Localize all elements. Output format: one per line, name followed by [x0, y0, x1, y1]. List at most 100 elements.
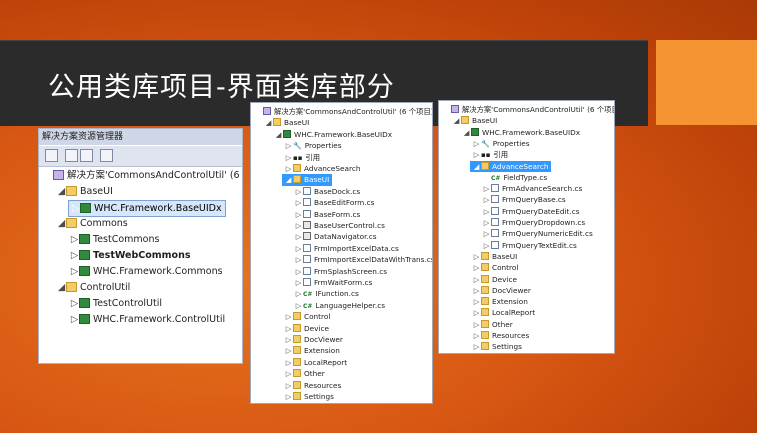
collapse-arrow-icon[interactable]: ◢ [57, 184, 66, 199]
tree-item[interactable]: ▷ TestControlUtil [68, 296, 165, 311]
expand-arrow-icon[interactable]: ▷ [472, 262, 481, 273]
tree-item[interactable]: ▷ FrmQueryDropdown.cs [480, 217, 588, 228]
tree-item[interactable]: ▷ BaseUserControl.cs [292, 220, 388, 231]
expand-arrow-icon[interactable]: ▷ [294, 266, 303, 277]
collapse-arrow-icon[interactable]: ◢ [452, 115, 461, 126]
tree-item[interactable]: ▷ 🔧 Properties [470, 138, 533, 149]
collapse-arrow-icon[interactable]: ◢ [57, 280, 66, 295]
expand-arrow-icon[interactable]: ▷ [70, 296, 79, 311]
tree-item[interactable]: ◢ BaseUI [282, 174, 333, 186]
tree-item[interactable]: ▷ FrmImportExcelDataWithTrans.cs [292, 254, 432, 265]
expand-arrow-icon[interactable]: ▷ [472, 149, 481, 160]
tree-item[interactable]: 解决方案'CommonsAndControlUtil' (6 个项目) [42, 168, 242, 183]
expand-arrow-icon[interactable]: ▷ [472, 341, 481, 352]
tree-item[interactable]: ▷ Other [470, 319, 516, 330]
expand-arrow-icon[interactable]: ▷ [294, 288, 303, 299]
tree-item[interactable]: ▷ Other [282, 368, 328, 379]
tree-item[interactable]: 解决方案'CommonsAndControlUtil' (6 个项目) [440, 104, 614, 115]
expand-arrow-icon[interactable]: ▷ [294, 197, 303, 208]
tree-item[interactable]: ◢ ControlUtil [55, 280, 133, 295]
expand-arrow-icon[interactable]: ▷ [284, 357, 293, 368]
expand-arrow-icon[interactable]: ▷ [284, 334, 293, 345]
tree-item[interactable]: ◢ BaseUI [450, 115, 500, 126]
tree-item[interactable]: ▷ WHC.Framework.ControlUtil [68, 312, 228, 327]
expand-arrow-icon[interactable]: ▷ [482, 228, 491, 239]
tree-item[interactable]: ▷ Resources [470, 330, 532, 341]
tree-item[interactable]: ▷ BaseForm.cs [292, 209, 363, 220]
collapse-arrow-icon[interactable]: ◢ [472, 161, 481, 172]
expand-arrow-icon[interactable]: ▷ [472, 274, 481, 285]
tree-item[interactable]: ▷ FrmQueryDateEdit.cs [480, 206, 583, 217]
expand-arrow-icon[interactable]: ▷ [294, 231, 303, 242]
view-class-diagram-icon[interactable] [100, 149, 113, 162]
tree-item[interactable]: ▷ FrmQueryNumericEdit.cs [480, 228, 596, 239]
properties-icon[interactable] [45, 149, 58, 162]
tree-item[interactable]: ▷ BaseDock.cs [292, 186, 363, 197]
expand-arrow-icon[interactable]: ▷ [70, 264, 79, 279]
tree-item[interactable]: ▷ FrmQueryBase.cs [480, 194, 569, 205]
expand-arrow-icon[interactable]: ▷ [284, 152, 293, 163]
expand-arrow-icon[interactable]: ▷ [294, 277, 303, 288]
expand-arrow-icon[interactable]: ▷ [472, 319, 481, 330]
expand-arrow-icon[interactable]: ▷ [284, 368, 293, 379]
show-all-files-icon[interactable] [65, 149, 78, 162]
expand-arrow-icon[interactable]: ▷ [284, 345, 293, 356]
tree-item[interactable]: ▷ 🔧 Properties [282, 140, 345, 151]
tree-item[interactable]: ▷ BaseUI [470, 251, 520, 262]
expand-arrow-icon[interactable]: ▷ [284, 391, 293, 402]
tree-item[interactable]: ◢ WHC.Framework.BaseUIDx [460, 127, 583, 138]
tree-item[interactable]: ▷ LocalReport [282, 357, 350, 368]
expand-arrow-icon[interactable]: ▷ [284, 323, 293, 334]
expand-arrow-icon[interactable]: ▷ [472, 296, 481, 307]
expand-arrow-icon[interactable]: ▷ [71, 201, 80, 216]
expand-arrow-icon[interactable]: ▷ [482, 183, 491, 194]
expand-arrow-icon[interactable]: ▷ [472, 251, 481, 262]
tree-item[interactable]: ▷ FrmSplashScreen.cs [292, 266, 390, 277]
expand-arrow-icon[interactable]: ▷ [70, 232, 79, 247]
expand-arrow-icon[interactable]: ▷ [482, 240, 491, 251]
expand-arrow-icon[interactable]: ▷ [284, 311, 293, 322]
tree-item[interactable]: ◢ AdvanceSearch [470, 160, 552, 172]
tree-item[interactable]: ▷ FrmWaitForm.cs [292, 277, 375, 288]
expand-arrow-icon[interactable]: ▷ [294, 220, 303, 231]
tree-item[interactable]: ▷ AdvanceSearch [282, 163, 363, 174]
tree-item[interactable]: ▷ Resources [282, 380, 344, 391]
tree-item[interactable]: ▷ Control [282, 311, 333, 322]
expand-arrow-icon[interactable]: ▷ [482, 206, 491, 217]
collapse-arrow-icon[interactable]: ◢ [462, 127, 471, 138]
expand-arrow-icon[interactable]: ▷ [482, 194, 491, 205]
collapse-arrow-icon[interactable]: ◢ [274, 129, 283, 140]
expand-arrow-icon[interactable]: ▷ [70, 248, 79, 263]
tree-item[interactable]: C# FieldType.cs [480, 172, 550, 183]
expand-arrow-icon[interactable]: ▷ [294, 186, 303, 197]
tree-item[interactable]: ▷ WHC.Framework.BaseUIDx [68, 200, 226, 217]
expand-arrow-icon[interactable]: ▷ [472, 285, 481, 296]
tree-item[interactable]: ▷ Settings [470, 341, 525, 352]
tree-item[interactable]: ▷ FrmQueryTextEdit.cs [480, 240, 580, 251]
tree-item[interactable]: ◢ WHC.Framework.BaseUIDx [272, 129, 395, 140]
tree-item[interactable]: ▷ BaseEditForm.cs [292, 197, 377, 208]
tree-item[interactable]: ▷ TestWebCommons [68, 248, 193, 263]
collapse-arrow-icon[interactable]: ◢ [57, 216, 66, 231]
expand-arrow-icon[interactable]: ▷ [284, 380, 293, 391]
tree-item[interactable]: ▷ ▪▪ 引用 [282, 152, 323, 163]
collapse-arrow-icon[interactable]: ◢ [284, 174, 293, 185]
tree-item[interactable]: ▷ LocalReport [470, 307, 538, 318]
expand-arrow-icon[interactable]: ▷ [294, 254, 303, 265]
tree-item[interactable]: ▷ C# IFunction.cs [292, 288, 362, 299]
tree-item[interactable]: 解决方案'CommonsAndControlUtil' (6 个项目) [252, 106, 432, 117]
expand-arrow-icon[interactable]: ▷ [284, 140, 293, 151]
tree-item[interactable]: ▷ DocViewer [282, 334, 346, 345]
expand-arrow-icon[interactable]: ▷ [472, 330, 481, 341]
tree-item[interactable]: ◢ BaseUI [55, 184, 116, 199]
tree-item[interactable]: ▷ TestCommons [68, 232, 162, 247]
tree-item[interactable]: ▷ FrmAdvanceSearch.cs [480, 183, 585, 194]
tree-item[interactable]: ▷ C# LanguageHelper.cs [292, 300, 388, 311]
tree-item[interactable]: ▷ FrmImportExcelData.cs [292, 243, 402, 254]
expand-arrow-icon[interactable]: ▷ [294, 209, 303, 220]
tree-item[interactable]: ▷ Extension [470, 296, 531, 307]
tree-item[interactable]: ◢ Commons [55, 216, 131, 231]
expand-arrow-icon[interactable]: ▷ [472, 138, 481, 149]
expand-arrow-icon[interactable]: ▷ [294, 300, 303, 311]
tree-item[interactable]: ▷ DocViewer [470, 285, 534, 296]
